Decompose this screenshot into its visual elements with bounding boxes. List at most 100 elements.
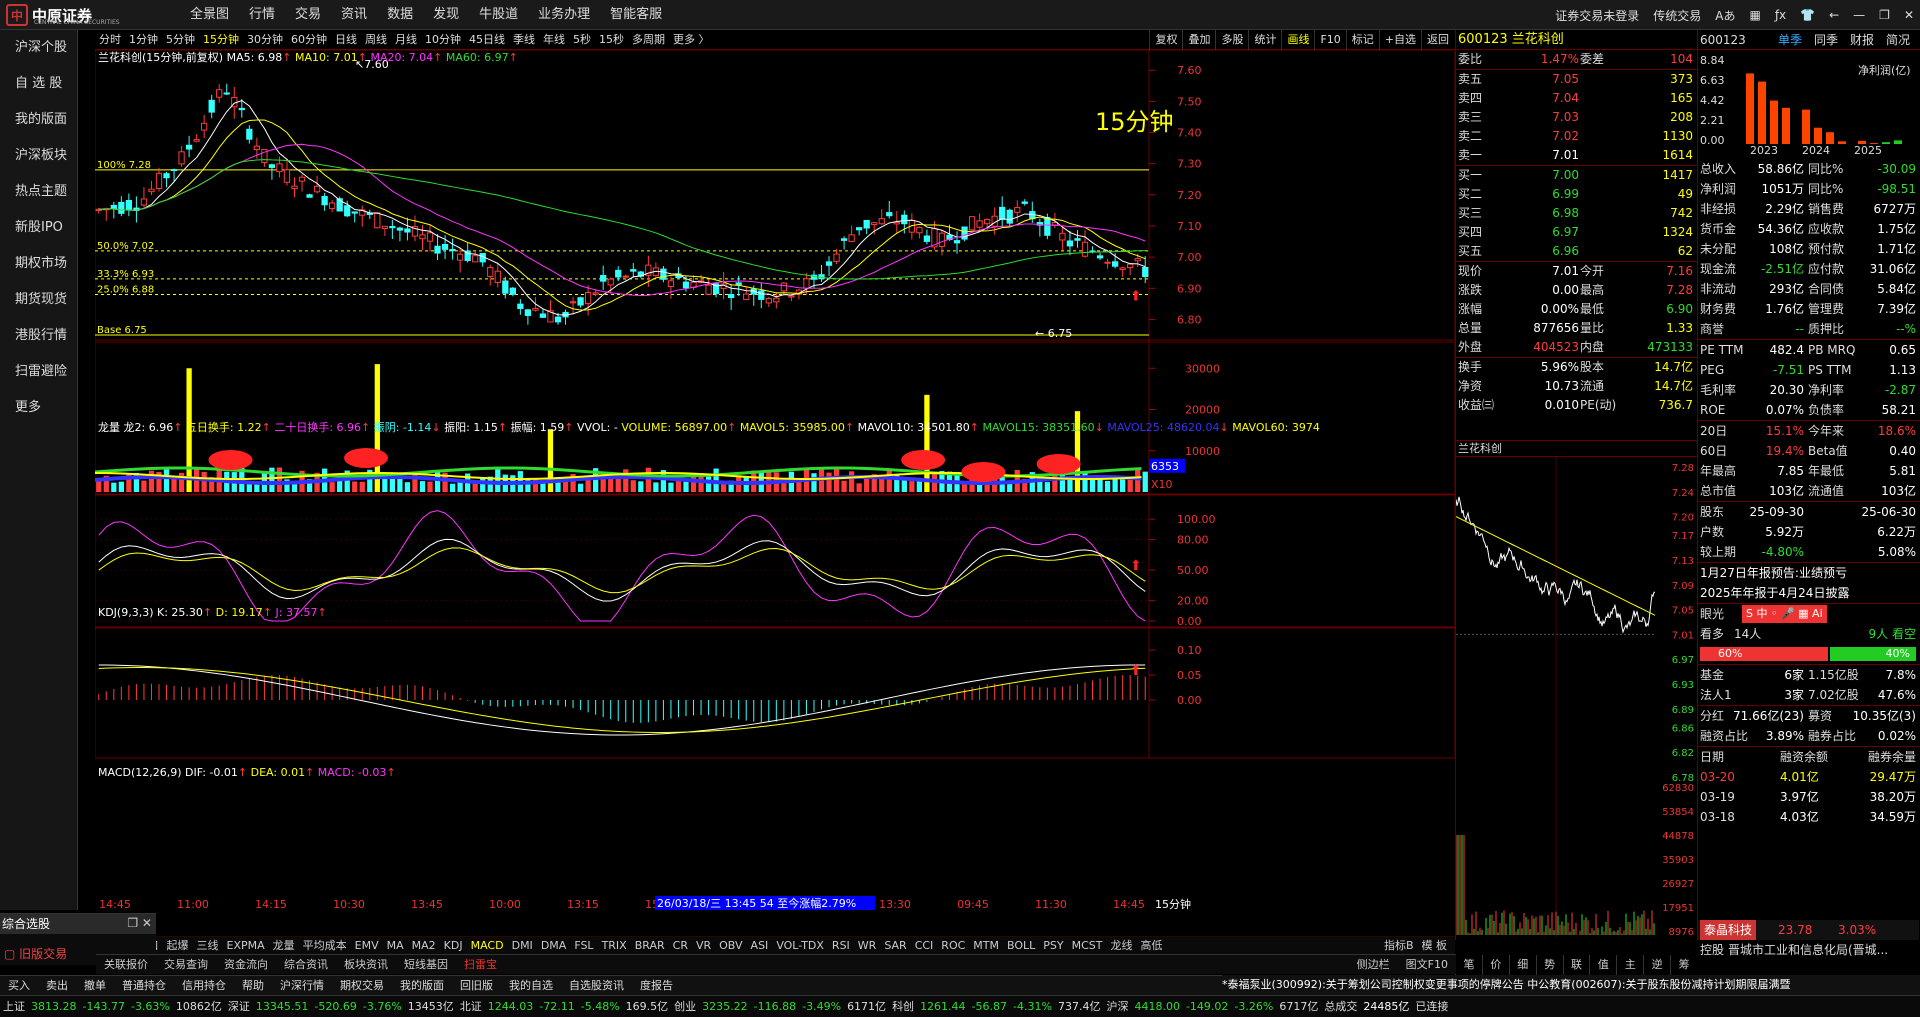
indicator-tab[interactable]: DMA (537, 937, 571, 955)
indicator-tab[interactable]: 平均成本 (299, 937, 351, 955)
left-nav-item[interactable]: 期权市场 (0, 246, 77, 282)
indicator-tab[interactable]: VR (692, 937, 715, 955)
tool-button[interactable]: 信用持仓 (174, 976, 234, 996)
period-tab[interactable]: 1分钟 (125, 30, 162, 50)
close-icon[interactable]: ✕ (1904, 8, 1914, 22)
period-tab[interactable]: 季线 (509, 30, 539, 50)
info-tab[interactable]: 短线基因 (396, 955, 456, 975)
left-nav-item[interactable]: 我的版面 (0, 102, 77, 138)
top-nav-item[interactable]: 牛股道 (469, 0, 528, 30)
indicator-tab[interactable]: ROC (937, 937, 969, 955)
tool-button[interactable]: 我的版面 (392, 976, 452, 996)
left-nav-item[interactable]: 港股行情 (0, 318, 77, 354)
top-nav-item[interactable]: 行情 (239, 0, 285, 30)
tool-button[interactable]: 卖出 (38, 976, 76, 996)
back-icon[interactable]: ← (1829, 8, 1839, 22)
tool-button[interactable]: 度报告 (632, 976, 681, 996)
intraday-mini-chart[interactable]: 兰花科创 7.28 7.24 7.20 7.17 7.13 7.09 7.05 7.01 6.9… (1455, 440, 1697, 940)
indicator-tab[interactable]: MTM (969, 937, 1003, 955)
chart-tool-button[interactable]: 返回 (1421, 30, 1454, 50)
top-nav-item[interactable]: 数据 (377, 0, 423, 30)
quote-tab[interactable]: 筹 (1670, 955, 1697, 975)
traditional-trade[interactable]: 传统交易 (1653, 7, 1701, 24)
chart-tool-button[interactable]: 画线 (1281, 30, 1314, 50)
index-field[interactable]: 上证 (0, 996, 28, 1017)
left-nav-item[interactable]: 自 选 股 (0, 66, 77, 102)
quote-tab[interactable]: 势 (1535, 955, 1563, 975)
chart-tool-button[interactable]: 统计 (1248, 30, 1281, 50)
indicator-tab[interactable]: 龙线 (1106, 937, 1136, 955)
info-tab[interactable]: 扫雷宝 (456, 955, 505, 975)
period-tab[interactable]: 周线 (361, 30, 391, 50)
ticker[interactable]: 泰晶科技 23.78 3.03% (1698, 920, 1919, 940)
indicator-right-item[interactable]: 指标B (1380, 937, 1418, 955)
indicator-tab[interactable]: FSL (570, 937, 597, 955)
indicator-tab[interactable]: BOLL (1003, 937, 1039, 955)
grid-icon[interactable]: ▦ (1749, 8, 1760, 22)
quote-tab[interactable]: 价 (1481, 955, 1509, 975)
chart-tool-button[interactable]: 叠加 (1182, 30, 1215, 50)
top-nav-item[interactable]: 交易 (285, 0, 331, 30)
close-icon[interactable]: ❐ ✕ (127, 916, 152, 930)
left-nav-item[interactable]: 新股IPO (0, 210, 77, 246)
old-trade-link[interactable]: ▢ 旧版交易 (0, 943, 96, 965)
indicator-right-item[interactable]: 模 板 (1418, 937, 1452, 955)
indicator-tab[interactable]: CR (669, 937, 692, 955)
indicator-tab[interactable]: ASI (747, 937, 773, 955)
quote-tab[interactable]: 笔 (1455, 955, 1482, 975)
restore-icon[interactable]: ❐ (1879, 8, 1890, 22)
indicator-tab[interactable]: DMI (508, 937, 537, 955)
indicator-tab[interactable]: WR (854, 937, 881, 955)
news-ticker[interactable]: *泰福泵业(300992):关于筹划公司控制权变更事项的停牌公告 中公教育(00… (1222, 975, 1920, 995)
top-nav-item[interactable]: 资讯 (331, 0, 377, 30)
period-tab[interactable]: 多周期 (628, 30, 669, 50)
minimize-icon[interactable]: — (1853, 8, 1865, 22)
period-tab[interactable]: 更多 〉 (669, 30, 714, 50)
info-tab[interactable]: 综合资讯 (276, 955, 336, 975)
period-tab[interactable]: 30分钟 (243, 30, 287, 50)
left-nav-item[interactable]: 沪深个股 (0, 30, 77, 66)
index-field[interactable]: 北证 (457, 996, 485, 1017)
chart-tool-button[interactable]: F10 (1314, 30, 1345, 50)
left-nav-item[interactable]: 扫雷避险 (0, 354, 77, 390)
tool-button[interactable]: 帮助 (234, 976, 272, 996)
info-tab[interactable]: 侧边栏 (1349, 955, 1398, 975)
period-tab[interactable]: 5秒 (569, 30, 595, 50)
left-nav-item[interactable]: 更多 (0, 390, 77, 426)
info-tab[interactable]: 资金流向 (216, 955, 276, 975)
period-tab[interactable]: 分时 (95, 30, 125, 50)
indicator-tab[interactable]: RSI (828, 937, 854, 955)
indicator-tab[interactable]: SAR (880, 937, 910, 955)
info-tab[interactable]: 交易查询 (156, 955, 216, 975)
indicator-tab[interactable]: KDJ (440, 937, 467, 955)
tool-button[interactable]: 撤单 (76, 976, 114, 996)
indicator-tab[interactable]: MA2 (408, 937, 440, 955)
indicator-right[interactable]: 指标B 模 板 (1376, 937, 1455, 955)
indicator-tab[interactable]: MCST (1068, 937, 1107, 955)
indicator-tab[interactable]: OBV (715, 937, 746, 955)
tool-button[interactable]: 自选股资讯 (561, 976, 632, 996)
notice1[interactable]: 1月27日年报预告:业绩预亏 (1698, 563, 1920, 583)
top-nav-item[interactable]: 业务办理 (528, 0, 600, 30)
tool-button[interactable]: 期权交易 (332, 976, 392, 996)
indicator-tab[interactable]: 龙量 (269, 937, 299, 955)
period-tab[interactable]: 45日线 (465, 30, 509, 50)
period-tab[interactable]: 年线 (539, 30, 569, 50)
top-nav-item[interactable]: 全景图 (180, 0, 239, 30)
index-field[interactable]: 创业 (671, 996, 699, 1017)
indicator-tab[interactable]: MA (383, 937, 408, 955)
indicator-tab[interactable]: BRAR (631, 937, 669, 955)
kline-chart[interactable]: 7.60 7.50 7.40 7.30 7.20 7.10 7.00 6.90 6.80 100%… (95, 50, 1455, 920)
login-status[interactable]: 证券交易未登录 (1555, 7, 1639, 24)
indicator-tab[interactable]: VOL-TDX (772, 937, 828, 955)
info-tab[interactable]: 图文F10 (1398, 955, 1456, 975)
quote-tab[interactable]: 逆 (1643, 955, 1670, 975)
left-nav-item[interactable]: 沪深板块 (0, 138, 77, 174)
chart-tool-button[interactable]: 多股 (1215, 30, 1248, 50)
quote-tab[interactable]: 联 (1562, 955, 1590, 975)
indicator-tab[interactable]: PSY (1039, 937, 1067, 955)
indicator-tab[interactable]: MACD (467, 937, 508, 955)
period-tab[interactable]: 月线 (391, 30, 421, 50)
quote-tab[interactable]: 主 (1616, 955, 1643, 975)
index-field[interactable]: 沪深 (1103, 996, 1131, 1017)
